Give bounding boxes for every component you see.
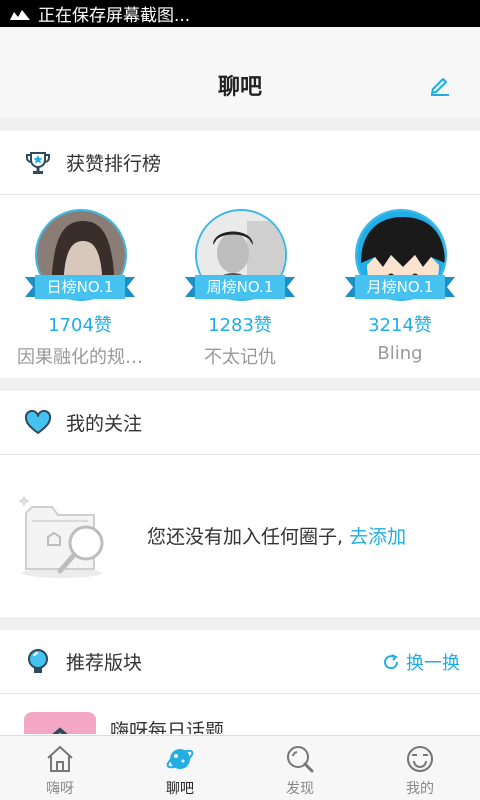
tab-label: 嗨呀 <box>46 781 74 797</box>
refresh-icon <box>384 654 399 670</box>
rank-badge-label: 周榜NO.1 <box>206 278 274 296</box>
heart-icon <box>24 409 52 434</box>
discover-search-icon <box>287 746 314 773</box>
title-bar: 聊吧 <box>0 27 480 118</box>
ranking-title: 获赞排行榜 <box>66 153 162 175</box>
planet-icon <box>166 749 194 769</box>
recommend-title: 推荐版块 <box>66 652 143 674</box>
tab-mine[interactable]: 我的 <box>360 736 480 800</box>
cloud-icon <box>10 9 30 20</box>
tab-label: 我的 <box>406 781 434 797</box>
likes-count: 1704赞 <box>48 315 112 336</box>
empty-text: 您还没有加入任何圈子, <box>147 526 344 548</box>
page-title: 聊吧 <box>217 75 262 100</box>
home-icon <box>47 745 73 772</box>
edit-icon[interactable] <box>428 73 452 97</box>
ranking-section: 获赞排行榜 日榜NO.1 1704赞 因果融化的规… 周榜NO.1 1283赞 <box>0 131 480 378</box>
board-thumbnail <box>24 712 96 734</box>
board-item[interactable]: 嗨呀每日话题 <box>0 694 480 734</box>
trophy-icon <box>26 151 50 174</box>
likes-count: 3214赞 <box>368 315 432 336</box>
tab-discover[interactable]: 发现 <box>240 736 360 800</box>
user-name: Bling <box>377 343 423 364</box>
refresh-button[interactable]: 换一换 <box>382 630 460 694</box>
smiley-face-icon <box>407 746 433 772</box>
follow-title: 我的关注 <box>66 413 143 435</box>
ranking-list: 日榜NO.1 1704赞 因果融化的规… 周榜NO.1 1283赞 不太记仇 月… <box>0 195 480 378</box>
follow-section: 我的关注 您还没有加入任何圈子, 去添加 <box>0 391 480 617</box>
status-text: 正在保存屏幕截图... <box>38 6 191 26</box>
empty-message: 您还没有加入任何圈子, 去添加 <box>147 522 406 549</box>
tab-label: 发现 <box>286 781 314 797</box>
bottom-tab-bar: 嗨呀 聊吧 发现 我的 <box>0 735 480 800</box>
follow-empty-state: 您还没有加入任何圈子, 去添加 <box>0 455 480 616</box>
user-name: 因果融化的规… <box>17 347 143 368</box>
follow-header: 我的关注 <box>0 391 480 455</box>
rank-badge-label: 日榜NO.1 <box>46 278 114 296</box>
refresh-label: 换一换 <box>406 653 460 674</box>
recommend-section: 推荐版块 换一换 嗨呀每日话题 <box>0 630 480 735</box>
tab-haiya[interactable]: 嗨呀 <box>0 736 120 800</box>
rank-weekly[interactable]: 周榜NO.1 1283赞 不太记仇 <box>160 209 320 369</box>
empty-folder-search-icon <box>18 495 104 578</box>
likes-count: 1283赞 <box>208 315 272 336</box>
rank-badge-label: 月榜NO.1 <box>366 278 434 296</box>
recommend-header: 推荐版块 换一换 <box>0 630 480 694</box>
add-circle-link[interactable]: 去添加 <box>349 526 406 548</box>
rank-monthly[interactable]: 月榜NO.1 3214赞 Bling <box>320 209 480 364</box>
status-bar: 正在保存屏幕截图... <box>0 0 480 27</box>
lightbulb-icon <box>28 648 48 673</box>
board-title: 嗨呀每日话题 <box>110 720 225 734</box>
tab-liaoba[interactable]: 聊吧 <box>120 736 240 800</box>
user-name: 不太记仇 <box>204 347 276 368</box>
tab-label: 聊吧 <box>166 781 194 797</box>
rank-daily[interactable]: 日榜NO.1 1704赞 因果融化的规… <box>0 209 160 369</box>
ranking-header: 获赞排行榜 <box>0 131 480 195</box>
